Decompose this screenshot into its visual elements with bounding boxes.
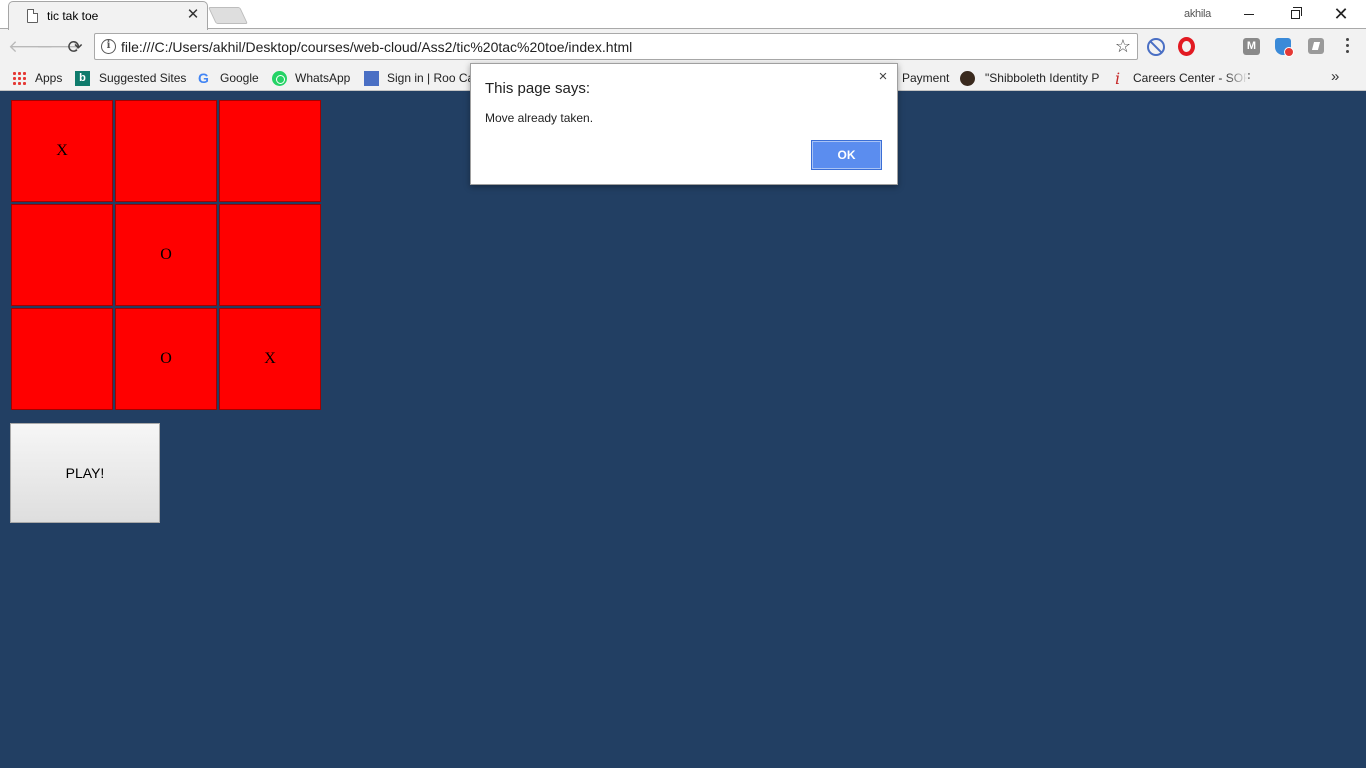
shield-extension-icon[interactable]: [1275, 38, 1294, 57]
block-extension-icon[interactable]: [1147, 38, 1165, 56]
tab-close-icon[interactable]: ✕: [185, 6, 201, 23]
board-cell[interactable]: X: [11, 100, 113, 202]
bing-icon: b: [75, 71, 90, 86]
alert-message: Move already taken.: [485, 111, 594, 125]
browser-tab[interactable]: tic tak toe ✕: [8, 1, 208, 30]
back-button[interactable]: 🡐: [8, 35, 54, 59]
whatsapp-icon: [272, 71, 287, 86]
board-cell[interactable]: [219, 100, 321, 202]
restore-button[interactable]: [1272, 0, 1318, 28]
window-close-button[interactable]: ✕: [1318, 0, 1364, 28]
alert-title: This page says:: [485, 80, 591, 97]
browser-toolbar: 🡐 🡒 ⟳ i file:///C:/Users/akhil/Desktop/c…: [0, 29, 1366, 64]
board-cell[interactable]: [11, 204, 113, 306]
bookmarks-overflow-icon[interactable]: »: [1331, 68, 1339, 85]
bookmark-star-icon[interactable]: ☆: [1115, 36, 1131, 57]
minimize-icon: [1244, 14, 1254, 16]
board-cell[interactable]: [11, 308, 113, 410]
board-cell[interactable]: [219, 204, 321, 306]
new-tab-button[interactable]: [208, 7, 248, 24]
address-bar[interactable]: i file:///C:/Users/akhil/Desktop/courses…: [94, 33, 1138, 60]
url-text[interactable]: file:///C:/Users/akhil/Desktop/courses/w…: [121, 39, 632, 55]
profile-name[interactable]: akhila: [1184, 8, 1211, 20]
tic-tac-toe-board: X O O X: [11, 100, 323, 412]
browser-menu-icon[interactable]: [1340, 35, 1354, 59]
board-cell[interactable]: O: [115, 308, 217, 410]
opera-extension-icon[interactable]: [1178, 37, 1195, 56]
restore-icon: [1290, 7, 1302, 20]
apps-grid-icon: [12, 71, 27, 86]
google-icon: G: [198, 70, 209, 86]
m-extension-icon[interactable]: M: [1243, 38, 1260, 55]
play-button[interactable]: PLAY!: [10, 423, 160, 523]
ok-button[interactable]: OK: [811, 140, 882, 170]
board-cell[interactable]: [115, 100, 217, 202]
shibboleth-icon: [960, 71, 975, 86]
title-bar: tic tak toe ✕ akhila ✕: [0, 0, 1366, 30]
close-icon[interactable]: ×: [875, 68, 891, 86]
document-icon: [27, 9, 38, 23]
board-cell[interactable]: O: [115, 204, 217, 306]
tab-title: tic tak toe: [47, 9, 99, 23]
careers-icon: i: [1114, 69, 1121, 88]
forward-button[interactable]: 🡒: [36, 35, 82, 59]
minimize-button[interactable]: [1226, 0, 1272, 28]
board-cell[interactable]: X: [219, 308, 321, 410]
info-icon[interactable]: i: [101, 39, 116, 54]
alert-dialog: This page says: × Move already taken. OK: [470, 63, 898, 185]
gray-extension-icon[interactable]: [1308, 38, 1324, 54]
reload-button[interactable]: ⟳: [63, 35, 87, 59]
roo-icon: [364, 71, 379, 86]
